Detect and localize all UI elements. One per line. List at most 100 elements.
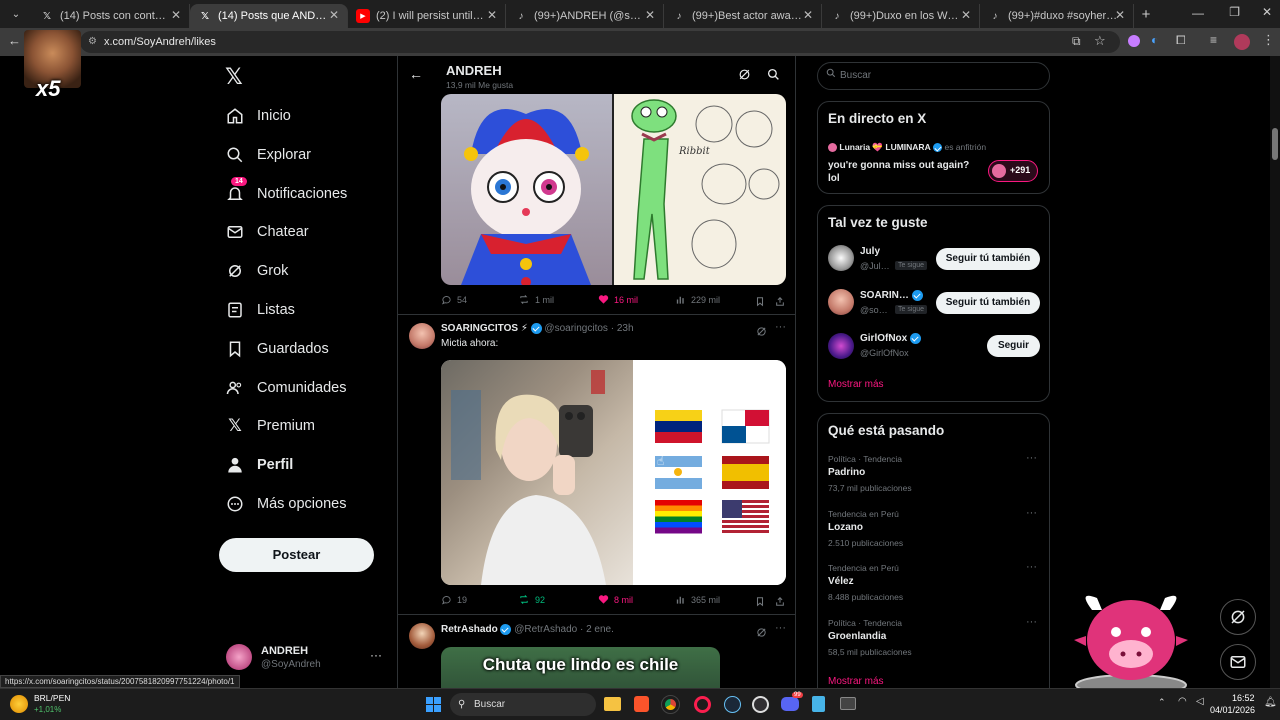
extensions-puzzle-icon[interactable]: ⧠ — [1176, 33, 1186, 48]
nav-item-perfil[interactable]: Perfil — [225, 448, 293, 482]
more-dots-icon[interactable]: ··· — [1026, 561, 1037, 573]
post-author-handle[interactable]: @soaringcitos · 23h — [544, 323, 633, 334]
window-minimize-button[interactable]: — — [1192, 6, 1204, 20]
file-explorer-icon[interactable] — [604, 697, 621, 711]
follow-back-button[interactable]: Seguir tú también — [936, 292, 1040, 314]
post-media-grid[interactable]: Ribbit — [441, 94, 786, 285]
share-icon[interactable] — [775, 294, 785, 312]
extension-icon[interactable]: ◐ — [1151, 33, 1158, 47]
back-button[interactable]: ← — [8, 33, 21, 48]
nav-item-chatear[interactable]: Chatear — [225, 215, 309, 249]
wifi-icon[interactable]: ◠ — [1178, 696, 1187, 707]
avatar[interactable] — [828, 245, 854, 271]
profile-avatar[interactable] — [1234, 34, 1250, 50]
page-scrollbar[interactable] — [1270, 56, 1280, 688]
volume-icon[interactable]: ◁ — [1196, 696, 1204, 707]
more-dots-icon[interactable]: ··· — [1026, 452, 1037, 464]
window-close-button[interactable]: ✕ — [1262, 5, 1272, 19]
opera-gx-icon[interactable] — [694, 696, 711, 713]
avatar[interactable] — [828, 289, 854, 315]
install-icon[interactable]: ⧉ — [1072, 34, 1081, 49]
nav-item-inicio[interactable]: Inicio — [225, 99, 291, 133]
views-button[interactable]: 229 mil — [675, 294, 720, 305]
obs-icon[interactable] — [752, 696, 769, 713]
like-button[interactable]: 8 mil — [598, 594, 633, 605]
search-icon[interactable] — [767, 68, 780, 86]
brave-browser-icon[interactable] — [634, 696, 649, 712]
follow-button[interactable]: Seguir — [987, 335, 1040, 357]
show-more-link[interactable]: Mostrar más — [828, 379, 884, 390]
nav-item-comunidades[interactable]: Comunidades — [225, 371, 346, 405]
flags-image[interactable] — [633, 360, 786, 585]
frog-sketch-image[interactable]: Ribbit — [614, 94, 786, 285]
messages-fab-button[interactable] — [1220, 644, 1256, 680]
close-icon[interactable]: ✕ — [645, 8, 655, 22]
browser-tab[interactable]: ♪(99+)#duxo #soyhero #pili | el…✕ — [980, 4, 1134, 28]
post-button[interactable]: Postear — [219, 538, 374, 572]
like-button[interactable]: 16 mil — [598, 294, 638, 305]
back-arrow-icon[interactable]: ← — [409, 66, 423, 82]
reply-button[interactable]: 54 — [441, 294, 467, 305]
post-author-name[interactable]: SOARINGCITOS ⚡ — [441, 323, 528, 334]
extension-icon[interactable] — [1128, 35, 1140, 47]
browser-tab[interactable]: ▶(2) I will persist until succes…✕ — [348, 4, 506, 28]
nav-item-mas-opciones[interactable]: Más opciones — [225, 487, 346, 521]
post-media-grid[interactable] — [441, 360, 786, 585]
jester-character-image[interactable] — [441, 94, 612, 285]
close-icon[interactable]: ✕ — [803, 8, 813, 22]
more-dots-icon[interactable]: ··· — [370, 648, 382, 662]
views-button[interactable]: 365 mil — [675, 594, 720, 605]
trend-item[interactable]: Tendencia en Perú Lozano 2.510 publicaci… — [818, 507, 1049, 559]
selfie-photo[interactable] — [441, 360, 633, 585]
notifications-bell-icon[interactable]: 🔔︎ — [1264, 697, 1277, 708]
more-dots-icon[interactable]: ··· — [1026, 616, 1037, 628]
post-media-image[interactable]: Chuta que lindo es chile — [441, 647, 720, 688]
windows-start-icon[interactable] — [426, 697, 441, 712]
show-more-link[interactable]: Mostrar más — [828, 676, 884, 687]
reply-button[interactable]: 19 — [441, 594, 467, 605]
trend-item[interactable]: Política · Tendencia Padrino 73,7 mil pu… — [818, 452, 1049, 504]
browser-menu-icon[interactable]: ⋮ — [1262, 32, 1275, 48]
close-icon[interactable]: ✕ — [487, 8, 497, 22]
chrome-icon[interactable] — [661, 695, 680, 714]
nav-item-grok[interactable]: Grok — [225, 254, 288, 288]
repost-button[interactable]: 92 — [518, 594, 545, 605]
scrollbar-thumb[interactable] — [1272, 128, 1278, 160]
browser-tab[interactable]: ♪(99+)ANDREH (@soyandreh) |…✕ — [506, 4, 664, 28]
share-icon[interactable] — [775, 594, 785, 612]
suggestion-name[interactable]: SOARIN… — [860, 290, 909, 301]
tray-chevron-icon[interactable]: ⌃ — [1158, 697, 1166, 708]
url-field[interactable]: ⚙ x.com/SoyAndreh/likes — [80, 31, 1120, 53]
bookmark-icon[interactable] — [755, 594, 765, 612]
grok-icon[interactable] — [756, 324, 767, 342]
trend-item[interactable]: Política · Tendencia Groenlandia 58,5 mi… — [818, 616, 1049, 668]
live-space-title[interactable]: you're gonna miss out again? lol — [828, 159, 978, 185]
media-control-icon[interactable]: ≡ — [1210, 33, 1217, 47]
clock-date[interactable]: 04/01/2026 — [1210, 705, 1255, 715]
nav-item-explorar[interactable]: Explorar — [225, 138, 311, 172]
browser-tab[interactable]: 𝕏(14) Posts con contenido multim…✕ — [32, 4, 190, 28]
notepad-icon[interactable] — [812, 696, 825, 712]
post-author-handle[interactable]: @RetrAshado · 2 ene. — [514, 624, 614, 635]
close-icon[interactable]: ✕ — [1115, 8, 1125, 22]
avatar[interactable] — [409, 323, 435, 349]
live-listeners-pill[interactable]: +291 — [988, 160, 1038, 182]
taskbar-search-box[interactable]: ⚲ Buscar — [450, 693, 596, 716]
browser-tab[interactable]: ♪(99+)Duxo en los Webones Aw…✕ — [822, 4, 980, 28]
avatar[interactable] — [409, 623, 435, 649]
terminal-icon[interactable] — [840, 697, 856, 710]
discord-icon[interactable] — [781, 697, 799, 711]
avatar[interactable] — [828, 333, 854, 359]
more-dots-icon[interactable]: ··· — [775, 321, 786, 333]
grok-icon[interactable] — [756, 625, 767, 643]
repost-button[interactable]: 1 mil — [518, 294, 554, 305]
bookmark-star-icon[interactable]: ☆ — [1094, 33, 1106, 49]
bookmark-icon[interactable] — [755, 294, 765, 312]
clock-time[interactable]: 16:52 — [1232, 693, 1255, 703]
browser-tab[interactable]: ♪(99+)Best actor award#fyp #ki…✕ — [664, 4, 822, 28]
new-tab-button[interactable]: + — [1134, 6, 1158, 23]
nav-item-listas[interactable]: Listas — [225, 293, 295, 327]
stock-name[interactable]: BRL/PEN — [34, 693, 70, 703]
post-author-name[interactable]: RetrAshado — [441, 624, 498, 635]
suggestion-name[interactable]: GirlOfNox — [860, 333, 907, 344]
